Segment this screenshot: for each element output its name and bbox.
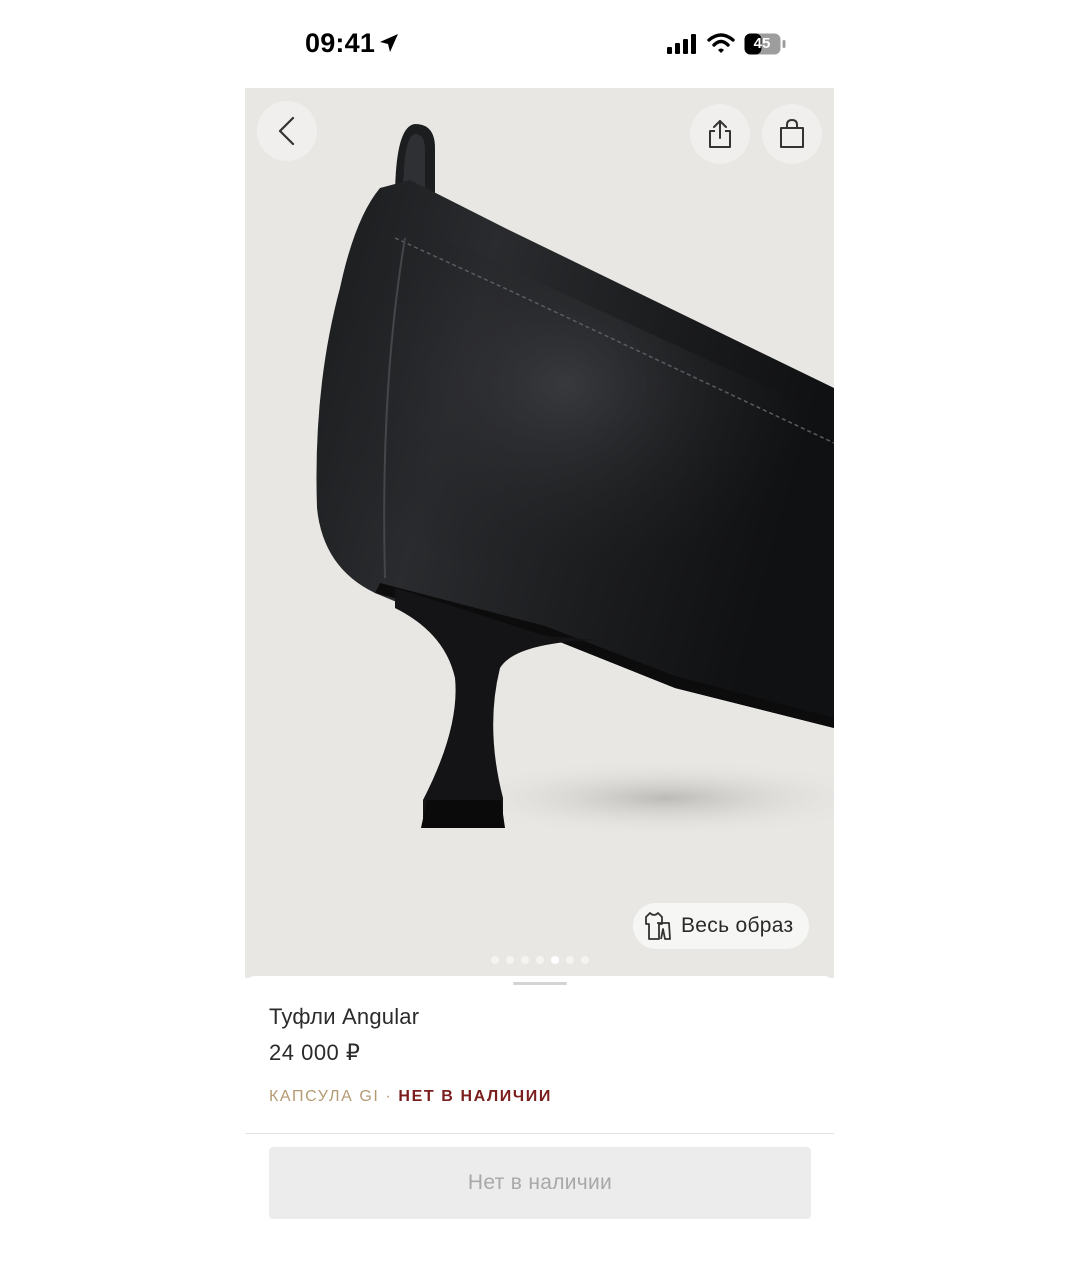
product-price: 24 000 ₽	[269, 1040, 361, 1065]
page-dot[interactable]	[580, 956, 589, 964]
cellular-signal-icon	[667, 34, 696, 54]
page-dot-active[interactable]	[550, 956, 559, 964]
battery-level: 45	[753, 35, 771, 52]
status-bar: 09:41 45	[0, 0, 1080, 88]
product-info-sheet: Туфли Angular 24 000 ₽ КАПСУЛА GI · НЕТ В …	[245, 976, 834, 1280]
page-dot[interactable]	[520, 956, 529, 964]
back-chevron-icon	[278, 116, 295, 146]
page-dot[interactable]	[490, 956, 499, 964]
status-time: 09:41	[305, 28, 376, 58]
out-of-stock-button[interactable]: Нет в наличии	[269, 1147, 811, 1219]
shopping-bag-icon	[780, 118, 804, 148]
capsule-link[interactable]: КАПСУЛА GI	[269, 1088, 379, 1105]
divider	[245, 1133, 834, 1134]
full-look-button[interactable]: Весь образ	[633, 903, 809, 949]
full-look-label: Весь образ	[681, 914, 794, 937]
location-arrow-icon	[380, 34, 398, 52]
outfit-icon	[645, 912, 671, 940]
back-button[interactable]	[257, 101, 317, 161]
product-meta: КАПСУЛА GI · НЕТ В НАЛИЧИИ	[269, 1088, 552, 1106]
product-title: Туфли Angular	[269, 1004, 420, 1029]
wifi-icon	[707, 33, 735, 53]
product-photo	[316, 124, 834, 838]
product-image-gallery[interactable]: Весь образ	[245, 88, 834, 978]
stock-status: НЕТ В НАЛИЧИИ	[398, 1088, 552, 1105]
gallery-page-indicator	[245, 956, 834, 964]
sheet-grabber[interactable]	[513, 982, 567, 985]
page-dot[interactable]	[565, 956, 574, 964]
cart-button[interactable]	[762, 104, 822, 164]
share-button[interactable]	[690, 104, 750, 164]
page-dot[interactable]	[505, 956, 514, 964]
page-dot[interactable]	[535, 956, 544, 964]
meta-separator: ·	[385, 1088, 393, 1105]
share-icon	[709, 120, 731, 148]
